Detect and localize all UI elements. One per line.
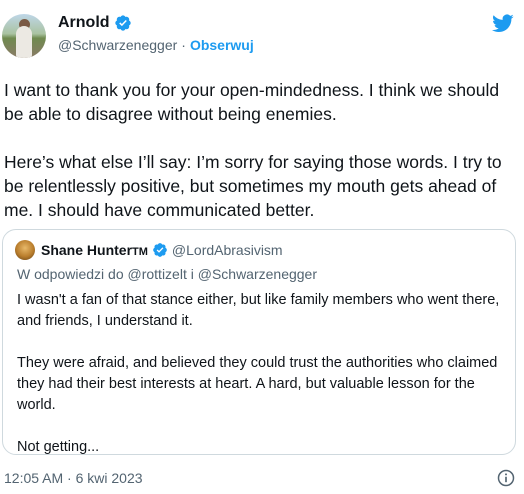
quoted-paragraph: I wasn't a fan of that stance either, bu…	[17, 292, 500, 329]
verified-badge-icon	[152, 242, 168, 258]
avatar-figure	[16, 26, 32, 58]
quoted-author-name-text: Shane Hunter	[41, 242, 133, 258]
follow-button[interactable]: Obserwuj	[190, 37, 254, 53]
quoted-paragraph: Not getting...	[17, 439, 100, 455]
quoted-author-handle: @LordAbrasivism	[171, 242, 283, 258]
tweet-timestamp[interactable]: 12:05 AM · 6 kwi 2023	[4, 470, 143, 486]
tweet-paragraph: I want to thank you for your open-minded…	[4, 80, 500, 124]
twitter-bird-icon[interactable]	[492, 12, 514, 34]
author-name-row: Arnold	[58, 13, 254, 33]
quoted-paragraph: They were afraid, and believed they coul…	[17, 355, 498, 413]
verified-badge-icon	[114, 14, 132, 32]
quoted-avatar	[15, 240, 35, 260]
tweet-header: Arnold @Schwarzenegger · Obserwuj	[0, 0, 524, 62]
quoted-tweet-body: I wasn't a fan of that stance either, bu…	[17, 290, 505, 458]
quoted-tweet-card[interactable]: Shane HunterTM @LordAbrasivism W odpowie…	[2, 229, 516, 455]
quoted-tweet-header: Shane HunterTM @LordAbrasivism	[15, 240, 283, 260]
reply-context: W odpowiedzi do @rottizelt i @Schwarzene…	[17, 266, 318, 282]
quoted-author-name-suffix: TM	[132, 246, 148, 258]
quoted-author-name: Shane HunterTM	[41, 242, 148, 258]
avatar[interactable]	[2, 14, 46, 58]
author-block: Arnold @Schwarzenegger · Obserwuj	[58, 13, 254, 55]
tweet-body: I want to thank you for your open-minded…	[4, 78, 518, 222]
author-handle[interactable]: @Schwarzenegger	[58, 37, 177, 53]
separator-dot: ·	[181, 37, 186, 53]
info-icon[interactable]	[496, 468, 516, 488]
tweet-paragraph: Here’s what else I’ll say: I’m sorry for…	[4, 152, 502, 220]
author-name[interactable]: Arnold	[58, 14, 110, 32]
author-sub-row: @Schwarzenegger · Obserwuj	[58, 35, 254, 55]
